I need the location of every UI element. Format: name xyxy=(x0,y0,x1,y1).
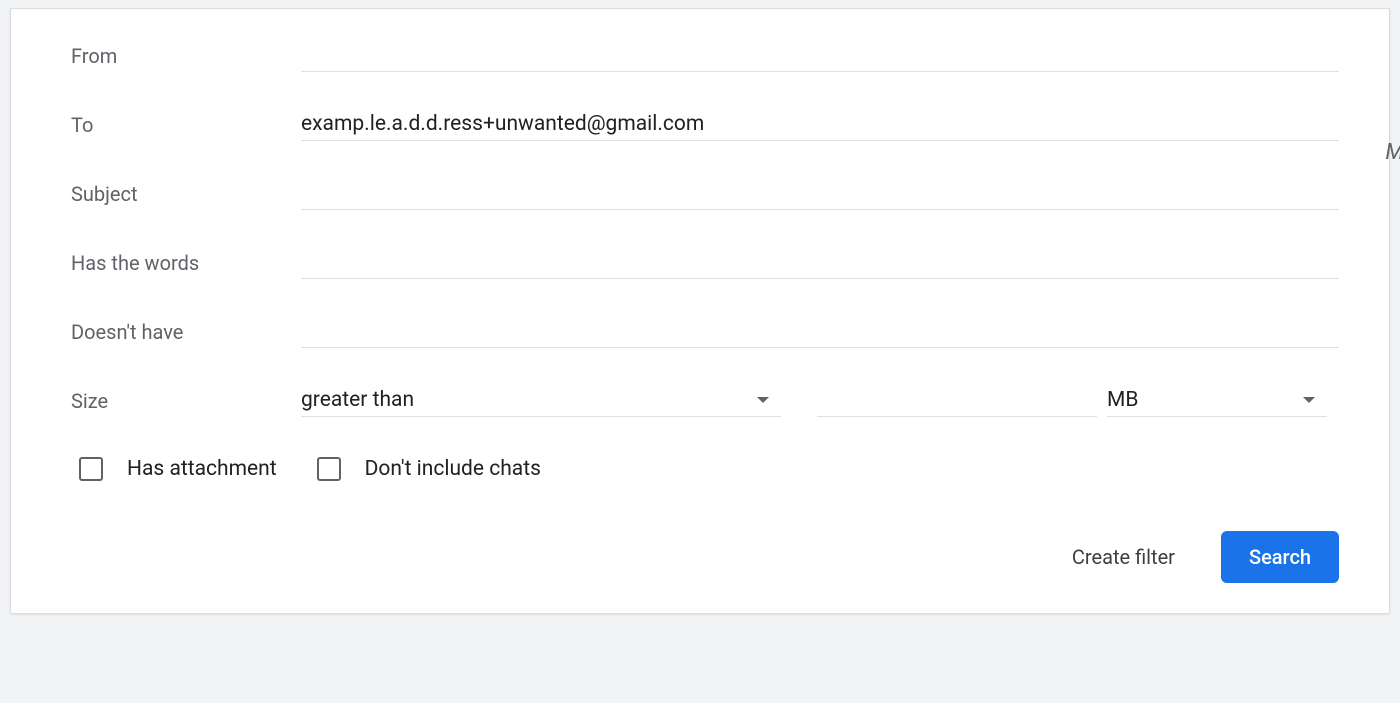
size-label: Size xyxy=(71,389,301,413)
has-attachment-checkbox-item[interactable]: Has attachment xyxy=(79,457,277,481)
from-label: From xyxy=(71,44,301,68)
dont-include-chats-checkbox-item[interactable]: Don't include chats xyxy=(317,457,541,481)
size-unit-value: MB xyxy=(1107,388,1138,412)
from-row: From xyxy=(71,39,1339,72)
size-row: Size greater than MB xyxy=(71,384,1339,417)
checkbox-row: Has attachment Don't include chats xyxy=(71,457,1339,481)
has-words-row: Has the words xyxy=(71,246,1339,279)
dropdown-icon xyxy=(757,397,769,403)
subject-row: Subject xyxy=(71,177,1339,210)
size-comparator-value: greater than xyxy=(301,388,414,412)
subject-label: Subject xyxy=(71,182,301,206)
from-input[interactable] xyxy=(301,39,1339,72)
dont-include-chats-label: Don't include chats xyxy=(365,457,541,481)
create-filter-button[interactable]: Create filter xyxy=(1066,535,1181,579)
has-attachment-label: Has attachment xyxy=(127,457,277,481)
to-input[interactable] xyxy=(301,108,1339,141)
dropdown-icon xyxy=(1303,397,1315,403)
has-words-label: Has the words xyxy=(71,251,301,275)
subject-input[interactable] xyxy=(301,177,1339,210)
has-words-input[interactable] xyxy=(301,246,1339,279)
has-attachment-checkbox[interactable] xyxy=(79,457,103,481)
to-label: To xyxy=(71,113,301,137)
doesnt-have-label: Doesn't have xyxy=(71,320,301,344)
button-row: Create filter Search xyxy=(71,531,1339,583)
background-text: M xyxy=(1385,140,1400,165)
size-value-input[interactable] xyxy=(817,384,1097,417)
search-button[interactable]: Search xyxy=(1221,531,1339,583)
dont-include-chats-checkbox[interactable] xyxy=(317,457,341,481)
size-unit-select[interactable]: MB xyxy=(1107,384,1327,417)
search-filter-dialog: From To Subject Has the words Doesn't ha… xyxy=(10,8,1390,614)
doesnt-have-input[interactable] xyxy=(301,315,1339,348)
to-row: To xyxy=(71,108,1339,141)
size-comparator-select[interactable]: greater than xyxy=(301,384,781,417)
doesnt-have-row: Doesn't have xyxy=(71,315,1339,348)
